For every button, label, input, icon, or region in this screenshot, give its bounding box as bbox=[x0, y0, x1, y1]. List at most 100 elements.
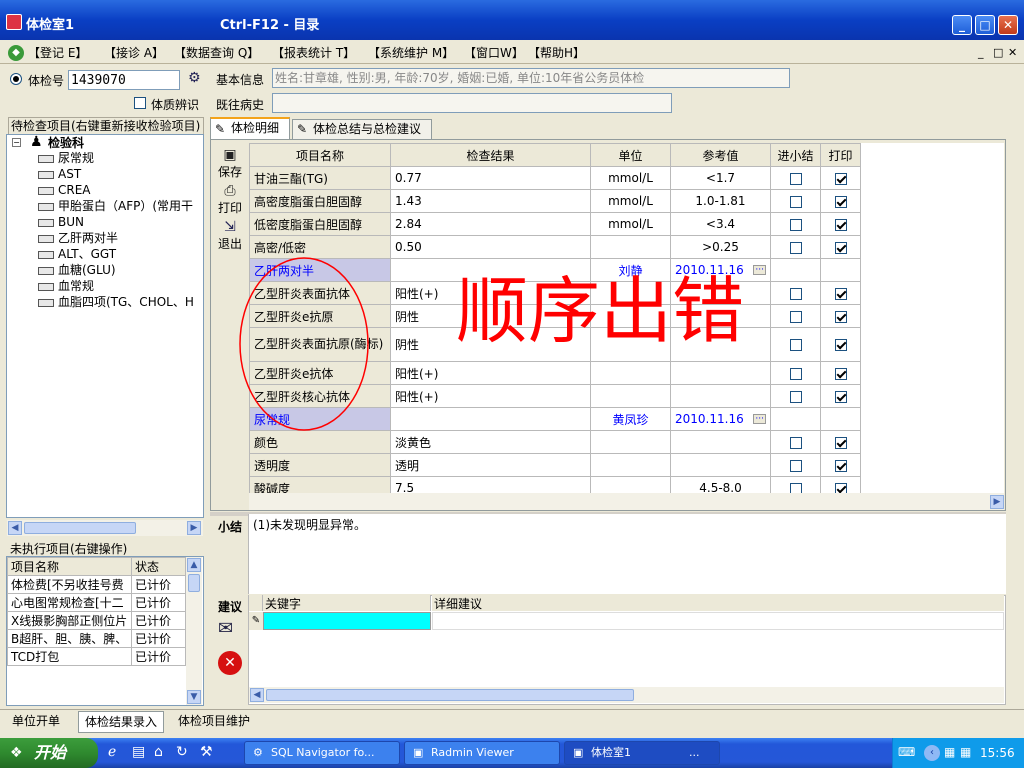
table-row[interactable]: 酸碱度 7.5 4.5-8.0 bbox=[249, 476, 861, 493]
scroll-right-icon[interactable]: ▶ bbox=[990, 495, 1004, 509]
menu-reports[interactable]: 【报表统计 T】 bbox=[272, 44, 355, 61]
summary-checkbox[interactable] bbox=[789, 195, 802, 208]
mdi-minimize-icon[interactable]: _ bbox=[978, 46, 984, 59]
table-row[interactable]: 心电图常规检查[十二 已计价 bbox=[7, 593, 186, 612]
close-icon[interactable]: ✕ bbox=[998, 15, 1018, 35]
tree-item[interactable]: 血脂四项(TG、CHOL、H bbox=[38, 294, 202, 310]
scroll-left-icon[interactable]: ◀ bbox=[250, 688, 264, 702]
col-print[interactable]: 打印 bbox=[820, 143, 861, 167]
advice-detail-cell[interactable] bbox=[432, 612, 1004, 630]
delete-icon[interactable]: ✕ bbox=[218, 651, 242, 675]
table-row[interactable]: TCD打包 已计价 bbox=[7, 647, 186, 666]
task-radmin[interactable]: ▣ Radmin Viewer bbox=[404, 741, 560, 765]
grid-hscroll[interactable] bbox=[249, 493, 1004, 510]
menu-reception[interactable]: 【接诊 A】 bbox=[104, 44, 164, 61]
summary-checkbox[interactable] bbox=[789, 172, 802, 185]
tree-item[interactable]: BUN bbox=[38, 214, 84, 230]
print-button[interactable]: ⎙ 打印 bbox=[213, 183, 247, 216]
menu-help[interactable]: 【帮助H】 bbox=[528, 44, 585, 61]
id-radio[interactable] bbox=[10, 73, 22, 85]
tree-root[interactable]: 检验科 bbox=[48, 134, 84, 151]
tree-item[interactable]: CREA bbox=[38, 182, 91, 198]
tree-item[interactable]: 尿常规 bbox=[38, 150, 94, 166]
print-checkbox[interactable] bbox=[834, 390, 847, 403]
print-checkbox[interactable] bbox=[834, 172, 847, 185]
print-checkbox[interactable] bbox=[834, 241, 847, 254]
menu-register[interactable]: 【登记 E】 bbox=[28, 44, 87, 61]
table-row[interactable]: 低密度脂蛋白胆固醇 2.84 mmol/L <3.4 bbox=[249, 212, 861, 236]
clock[interactable]: 15:56 bbox=[980, 746, 1015, 760]
task-sql-navigator[interactable]: ⚙ SQL Navigator fo... bbox=[244, 741, 400, 765]
quicklaunch-icon[interactable]: ↻ bbox=[176, 744, 188, 760]
scroll-right-icon[interactable]: ▶ bbox=[187, 521, 201, 535]
quicklaunch-icon[interactable]: ⚒ bbox=[200, 744, 213, 760]
summary-text[interactable]: (1)未发现明显异常。 bbox=[248, 514, 1006, 594]
print-checkbox[interactable] bbox=[834, 287, 847, 300]
print-checkbox[interactable] bbox=[834, 195, 847, 208]
quicklaunch-icon[interactable]: ⌂ bbox=[154, 744, 163, 760]
print-checkbox[interactable] bbox=[834, 367, 847, 380]
scroll-up-icon[interactable]: ▲ bbox=[187, 558, 201, 572]
status-tab-unit-order[interactable]: 单位开单 bbox=[6, 712, 72, 732]
advice-hscroll-thumb[interactable] bbox=[266, 689, 634, 701]
mdi-restore-icon[interactable]: □ bbox=[993, 46, 1003, 59]
menu-window[interactable]: 【窗口W】 bbox=[464, 44, 524, 61]
exit-button[interactable]: ⇲ 退出 bbox=[213, 219, 247, 252]
tree-item[interactable]: 血糖(GLU) bbox=[38, 262, 116, 278]
print-checkbox[interactable] bbox=[834, 218, 847, 231]
table-row[interactable]: X线摄影胸部正侧位片 已计价 bbox=[7, 611, 186, 630]
status-tab-result-entry[interactable]: 体检结果录入 bbox=[78, 711, 164, 733]
col-item-name[interactable]: 项目名称 bbox=[249, 143, 391, 167]
menu-system[interactable]: 【系统维护 M】 bbox=[368, 44, 454, 61]
advice-edit-icon[interactable]: ✉ bbox=[218, 618, 244, 644]
summary-checkbox[interactable] bbox=[789, 218, 802, 231]
summary-checkbox[interactable] bbox=[789, 482, 802, 493]
advice-col-keyword[interactable]: 关键字 bbox=[263, 595, 431, 611]
tab-summary[interactable]: ✎ 体检总结与总检建议 bbox=[292, 119, 432, 139]
advice-keyword-cell[interactable] bbox=[263, 612, 431, 630]
col-summary[interactable]: 进小结 bbox=[770, 143, 821, 167]
unexec-vscroll-thumb[interactable] bbox=[188, 574, 200, 592]
keyboard-icon[interactable]: ⌨ bbox=[898, 745, 915, 759]
scroll-down-icon[interactable]: ▼ bbox=[187, 690, 201, 704]
table-row[interactable]: B超肝、胆、胰、脾、 已计价 bbox=[7, 629, 186, 648]
print-checkbox[interactable] bbox=[834, 339, 847, 351]
print-checkbox[interactable] bbox=[834, 459, 847, 472]
ie-icon[interactable]: ℯ bbox=[108, 744, 116, 760]
table-row[interactable]: 透明度 透明 bbox=[249, 453, 861, 477]
network-icon[interactable]: ▦ bbox=[960, 745, 971, 759]
history-field[interactable] bbox=[272, 93, 672, 113]
scroll-left-icon[interactable]: ◀ bbox=[8, 521, 22, 535]
save-button[interactable]: ▣ 保存 bbox=[213, 147, 247, 180]
quicklaunch-icon[interactable]: ▤ bbox=[132, 744, 145, 760]
summary-checkbox[interactable] bbox=[789, 459, 802, 472]
summary-checkbox[interactable] bbox=[789, 241, 802, 254]
id-input[interactable] bbox=[68, 70, 180, 90]
print-checkbox[interactable] bbox=[834, 436, 847, 449]
summary-checkbox[interactable] bbox=[789, 436, 802, 449]
maximize-icon[interactable]: □ bbox=[975, 15, 995, 35]
print-checkbox[interactable] bbox=[834, 482, 847, 493]
tray-expand-icon[interactable]: ‹ bbox=[924, 745, 940, 761]
col-result[interactable]: 检查结果 bbox=[390, 143, 591, 167]
tree-item[interactable]: ALT、GGT bbox=[38, 246, 116, 262]
table-row[interactable]: 甘油三酯(TG) 0.77 mmol/L <1.7 bbox=[249, 166, 861, 190]
print-checkbox[interactable] bbox=[834, 310, 847, 323]
collapse-icon[interactable]: − bbox=[12, 138, 21, 147]
minimize-icon[interactable]: _ bbox=[952, 15, 972, 35]
col-unit[interactable]: 单位 bbox=[590, 143, 671, 167]
advice-col-detail[interactable]: 详细建议 bbox=[432, 595, 1004, 611]
table-row[interactable]: 高密度脂蛋白胆固醇 1.43 mmol/L 1.0-1.81 bbox=[249, 189, 861, 213]
search-icon[interactable]: ⚙ bbox=[188, 70, 206, 88]
start-button[interactable]: ❖ 开始 bbox=[0, 738, 98, 768]
task-exam-room[interactable]: ▣ 体检室1... bbox=[564, 741, 720, 765]
app-menu-icon[interactable]: ◆ bbox=[8, 45, 24, 61]
mdi-close-icon[interactable]: ✕ bbox=[1008, 46, 1017, 59]
col-ref[interactable]: 参考值 bbox=[670, 143, 771, 167]
status-tab-item-maintenance[interactable]: 体检项目维护 bbox=[172, 712, 258, 732]
tree-item[interactable]: 甲胎蛋白（AFP）(常用干 bbox=[38, 198, 202, 214]
tree-item[interactable]: 乙肝两对半 bbox=[38, 230, 118, 246]
tree-item[interactable]: 血常规 bbox=[38, 278, 94, 294]
physique-checkbox[interactable] bbox=[134, 97, 146, 109]
network-icon[interactable]: ▦ bbox=[944, 745, 955, 759]
